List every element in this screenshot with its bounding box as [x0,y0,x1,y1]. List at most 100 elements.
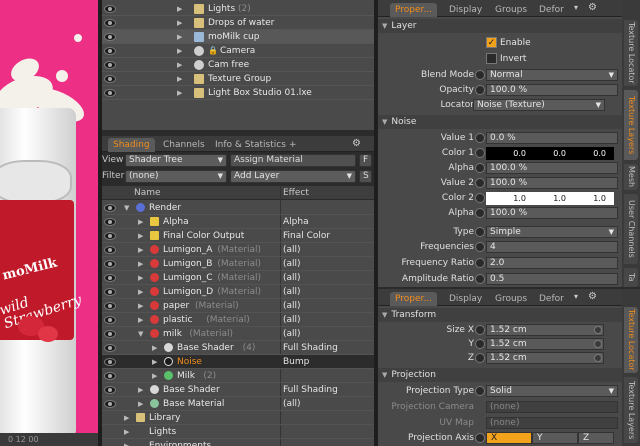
visibility-eye-icon[interactable] [104,47,116,55]
item-row[interactable]: ▶ 🔒 Camera [102,44,374,58]
expand-triangle-icon[interactable]: ▶ [152,355,157,369]
shader-layer-effect[interactable]: (all) [283,285,301,299]
channel-knob[interactable] [475,163,485,173]
expand-triangle-icon[interactable]: ▶ [124,411,129,425]
expand-triangle-icon[interactable]: ▼ [124,201,129,215]
item-row[interactable]: ▶ Lights (2) [102,2,374,16]
tab-display[interactable]: Display [444,292,487,306]
visibility-eye-icon[interactable] [104,400,116,408]
shader-tree-row[interactable]: ▶ paper (Material) (all) [102,299,374,313]
expand-triangle-icon[interactable]: ▶ [138,397,143,411]
expand-triangle-icon[interactable]: ▼ [138,327,143,341]
tab-info-statistics[interactable]: Info & Statistics [210,138,291,152]
projection-section-header[interactable]: ▼ Projection [378,368,622,382]
channel-knob[interactable] [475,258,485,268]
tab-groups[interactable]: Groups [490,292,532,306]
shader-tree-row[interactable]: ▶ Base Material (all) [102,397,374,411]
expand-triangle-icon[interactable]: ▶ [138,299,143,313]
tab-groups[interactable]: Groups [490,3,532,17]
noise-section-header[interactable]: ▼ Noise [378,115,622,129]
tab-display[interactable]: Display [444,3,487,17]
shader-tree-row[interactable]: ▶ Base Shader Full Shading [102,383,374,397]
shader-layer-effect[interactable]: Full Shading [283,383,338,397]
amplitude-ratio-field[interactable]: 0.5 [486,273,618,285]
filter-dropdown[interactable]: (none) ▼ [125,170,227,183]
projection-type-dropdown[interactable]: Solid ▼ [486,385,618,397]
shader-tree-row[interactable]: ▶ Library [102,411,374,425]
visibility-eye-icon[interactable] [104,302,116,310]
shader-layer-effect[interactable]: Bump [283,355,309,369]
channel-knob[interactable] [475,386,485,396]
visibility-eye-icon[interactable] [104,330,116,338]
shader-layer-effect[interactable]: Final Color [283,229,330,243]
axis-x-button[interactable]: X [486,432,532,444]
shader-tree-row[interactable]: ▶ Alpha Alpha [102,215,374,229]
shader-tree-row[interactable]: ▶ Noise Bump [102,355,374,369]
locator-dropdown[interactable]: Noise (Texture) ▼ [473,99,605,111]
shader-layer-effect[interactable]: (all) [283,257,301,271]
shader-layer-effect[interactable]: (all) [283,243,301,257]
size-x-field[interactable]: 1.52 cm [486,324,604,336]
shader-tree-row[interactable]: ▶ Final Color Output Final Color [102,229,374,243]
shader-tree-row[interactable]: ▶ Lumigon_D (Material) (all) [102,285,374,299]
channel-knob[interactable] [475,208,485,218]
visibility-eye-icon[interactable] [104,232,116,240]
shader-tree-row[interactable]: ▶ Lumigon_A (Material) (all) [102,243,374,257]
tab-deformers[interactable]: Defor [534,292,569,306]
f-button[interactable]: F [359,154,372,167]
channel-knob[interactable] [475,274,485,284]
shader-layer-effect[interactable]: Full Shading [283,341,338,355]
color1-swatch[interactable]: 0.0 0.0 0.0 [486,147,614,160]
visibility-eye-icon[interactable] [104,274,116,282]
expand-triangle-icon[interactable]: ▶ [177,16,182,30]
side-tab-user-channels[interactable]: User Channels [624,194,638,264]
channel-knob[interactable] [475,148,485,158]
expand-triangle-icon[interactable]: ▶ [177,86,182,100]
tab-menu-icon[interactable]: ▾ [574,3,578,12]
expand-triangle-icon[interactable]: ▶ [138,229,143,243]
visibility-eye-icon[interactable] [104,204,116,212]
visibility-eye-icon[interactable] [104,316,116,324]
item-row[interactable]: ▶ Texture Group [102,72,374,86]
shader-tree-row[interactable]: ▶ Environments [102,439,374,446]
item-row[interactable]: ▶ Cam free [102,58,374,72]
link-icon[interactable] [594,340,602,348]
axis-z-button[interactable]: Z [578,432,614,444]
link-icon[interactable] [594,326,602,334]
visibility-eye-icon[interactable] [104,246,116,254]
expand-triangle-icon[interactable]: ▶ [138,285,143,299]
value2-field[interactable]: 100.0 % [486,177,618,189]
items-list[interactable]: ▶ Lights (2) ▶ Drops of water ▶ moMilk cup ▶ 🔒 Ca… [102,0,374,130]
shader-tree-row[interactable]: ▶ Lumigon_C (Material) (all) [102,271,374,285]
alpha2-field[interactable]: 100.0 % [486,207,618,219]
item-row[interactable]: ▶ Drops of water [102,16,374,30]
tab-shading[interactable]: Shading [108,138,155,152]
opacity-field[interactable]: 100.0 % [486,84,618,96]
size-y-field[interactable]: 1.52 cm [486,338,604,350]
visibility-eye-icon[interactable] [104,61,116,69]
expand-triangle-icon[interactable]: ▶ [138,257,143,271]
visibility-eye-icon[interactable] [104,218,116,226]
expand-triangle-icon[interactable]: ▶ [177,72,182,86]
layer-section-header[interactable]: ▼ Layer [378,19,622,33]
size-z-field[interactable]: 1.52 cm [486,352,604,364]
side-tab-mesh[interactable]: Mesh [624,164,638,190]
visibility-eye-icon[interactable] [104,260,116,268]
channel-knob[interactable] [475,325,485,335]
shader-tree-row[interactable]: ▶ plastic (Material) (all) [102,313,374,327]
shader-tree-row[interactable]: ▼ milk (Material) (all) [102,327,374,341]
expand-triangle-icon[interactable]: ▶ [177,30,182,44]
expand-triangle-icon[interactable]: ▶ [152,341,157,355]
timeline-ruler[interactable]: 0 12 00 [0,433,98,446]
assign-material-button[interactable]: Assign Material [230,154,356,167]
channel-knob[interactable] [475,227,485,237]
tab-deformers[interactable]: Defor [534,3,569,17]
value1-field[interactable]: 0.0 % [486,132,618,144]
expand-triangle-icon[interactable]: ▶ [177,44,182,58]
tab-properties[interactable]: Proper... [390,3,437,17]
shader-tree-row[interactable]: ▶ Lumigon_B (Material) (all) [102,257,374,271]
shader-tree-row[interactable]: ▶ Lights [102,425,374,439]
expand-triangle-icon[interactable]: ▶ [138,243,143,257]
visibility-eye-icon[interactable] [104,19,116,27]
side-tab-texture-locator[interactable]: Texture Locator [624,20,638,86]
